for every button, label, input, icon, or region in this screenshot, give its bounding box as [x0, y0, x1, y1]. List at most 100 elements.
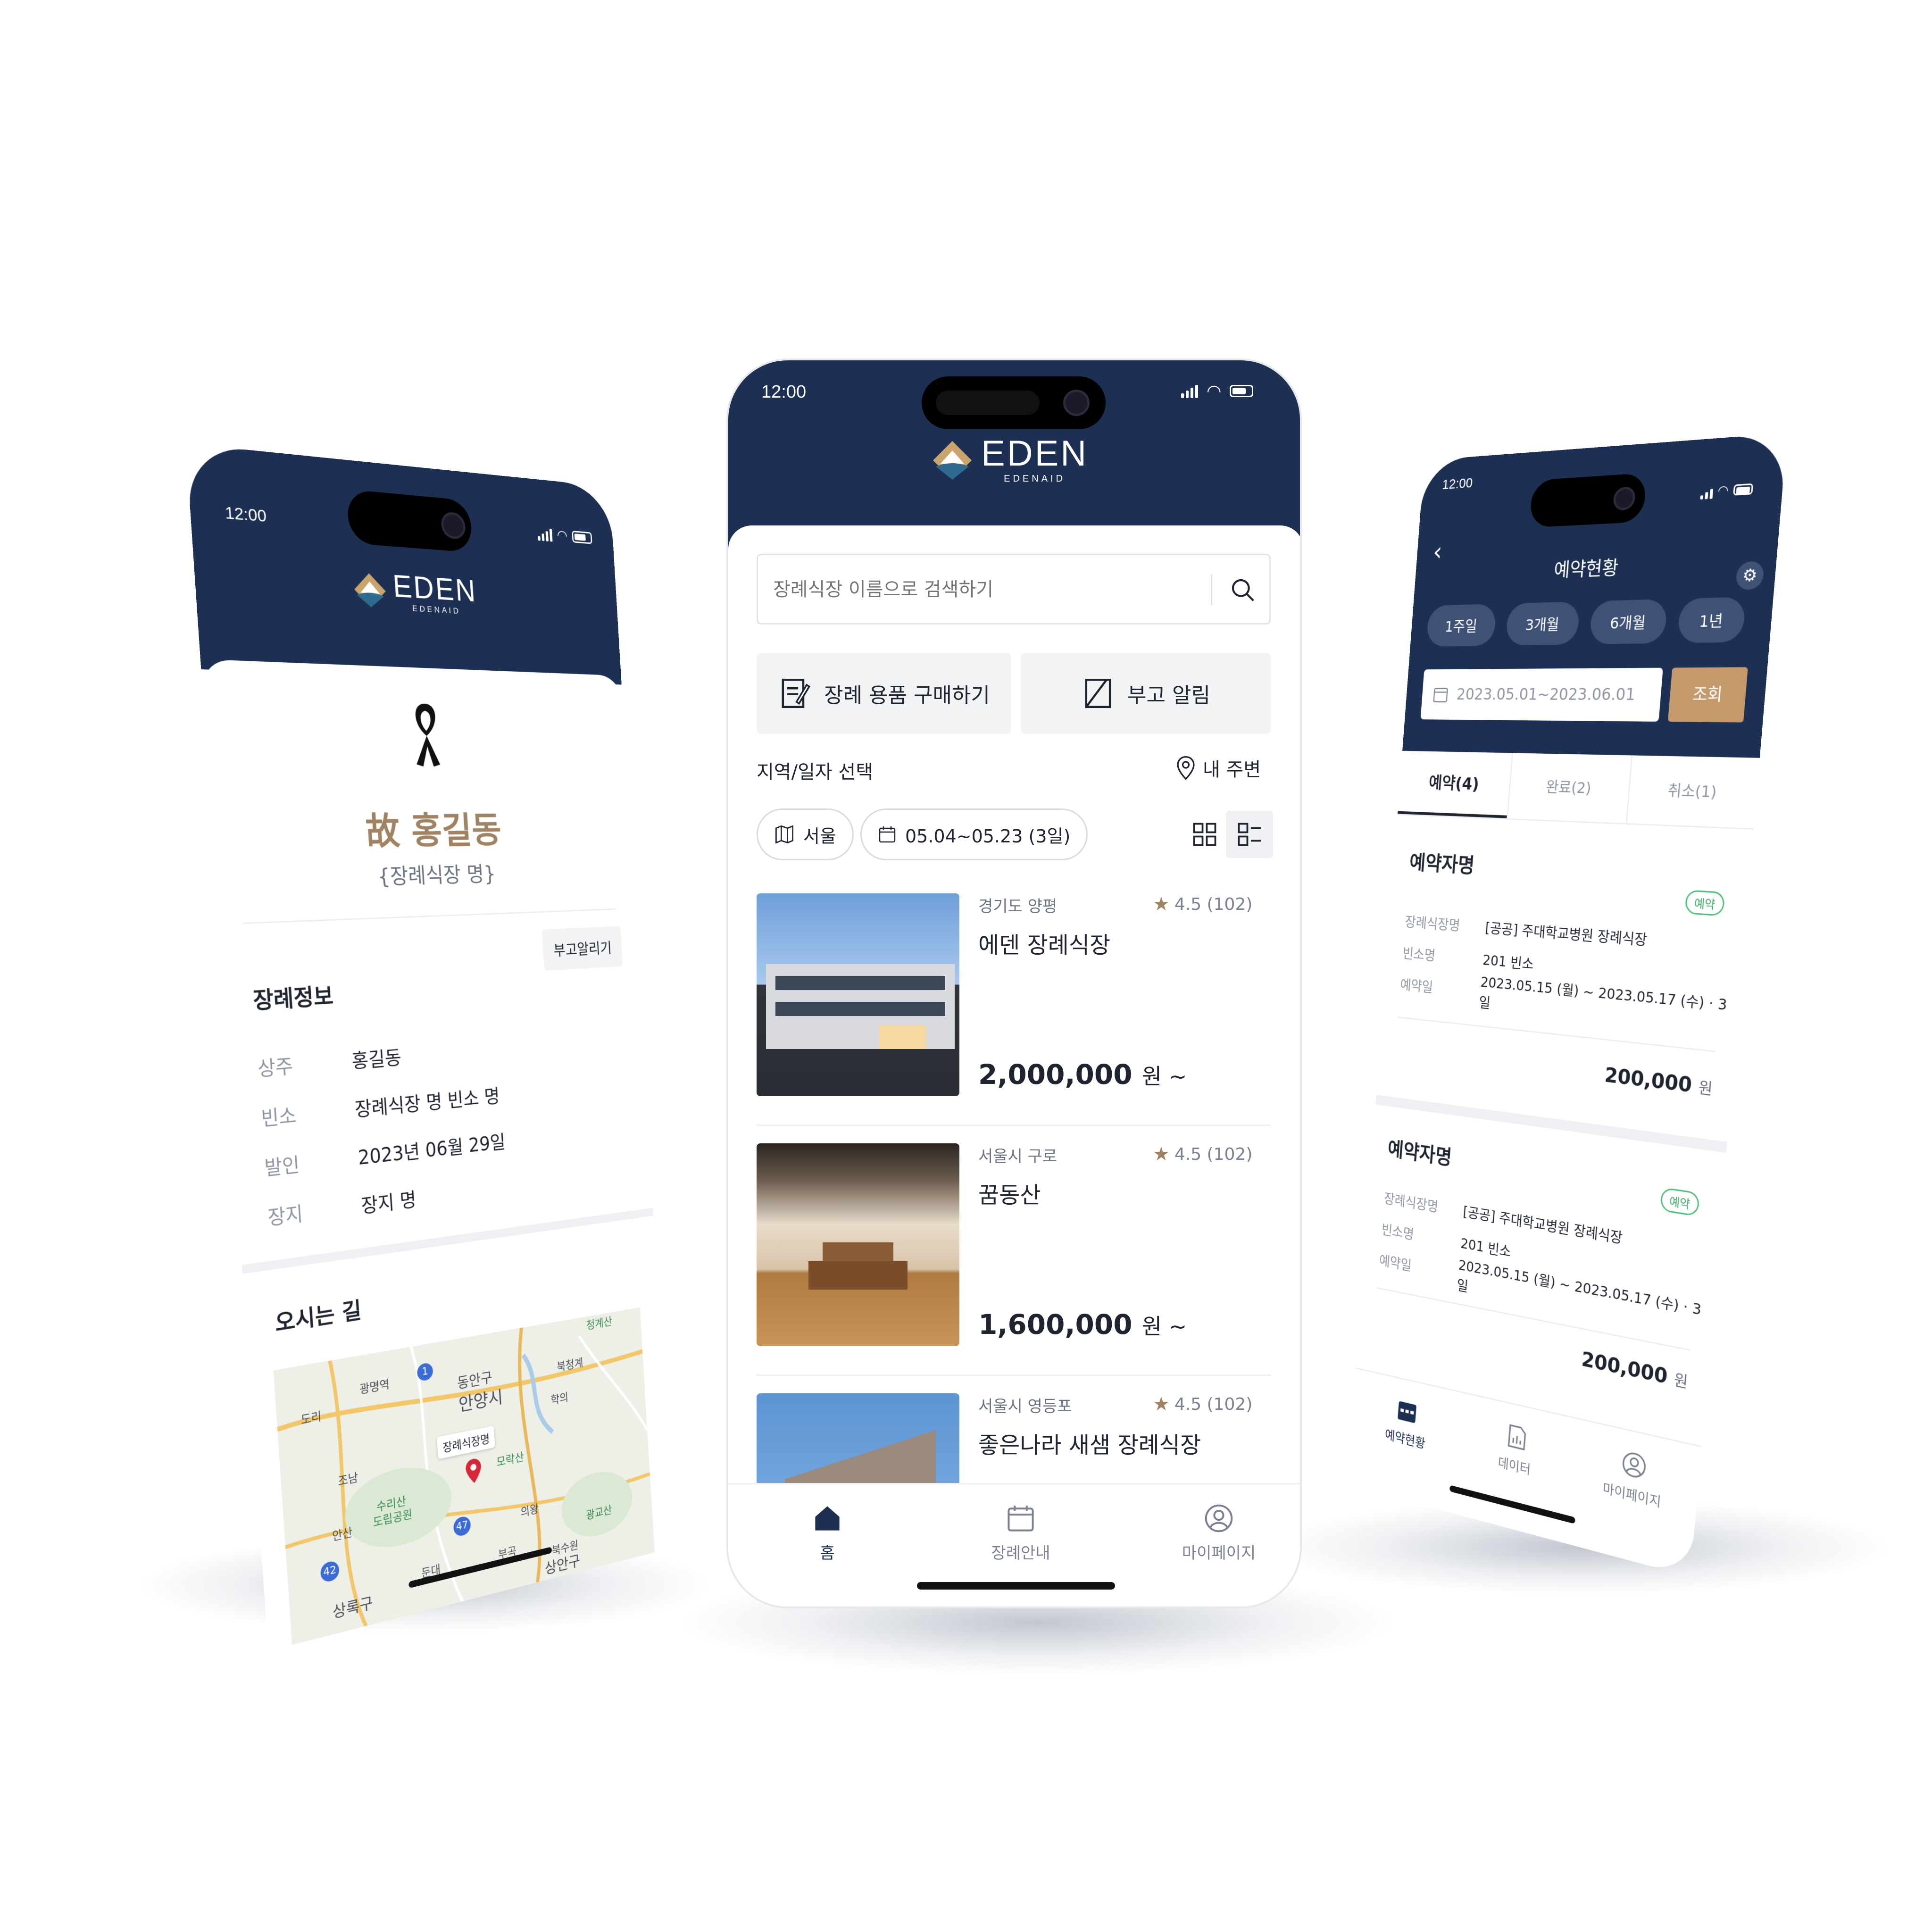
search-icon[interactable]: [1230, 577, 1256, 603]
reservation-badge: 예약: [1660, 1187, 1700, 1217]
battery-icon: [572, 531, 592, 544]
notify-button[interactable]: 부고알리기: [542, 926, 623, 971]
period-chips: 1주일 3개월 6개월 1년: [1426, 597, 1746, 647]
period-chip[interactable]: 1주일: [1426, 604, 1497, 647]
tab-mypage[interactable]: 마이페이지: [1591, 1442, 1677, 1515]
brand-name: EDEN: [981, 436, 1088, 472]
listing-price: 2,000,000 원 ~: [978, 1058, 1187, 1091]
date-chip[interactable]: 05.04~05.23 (3일): [860, 808, 1088, 860]
list-divider: [757, 1124, 1271, 1126]
document-icon: [1504, 1422, 1529, 1453]
listing-region: 서울시 구로: [978, 1143, 1057, 1166]
deceased-name: 故 홍길동: [210, 801, 632, 858]
user-icon: [1620, 1449, 1648, 1482]
wifi-icon: ◠: [557, 527, 568, 544]
right-phone: 12:00 ◠ ‹ 예약현황 1주일 3개월 6개월 1년 ⚙ 2023.05.…: [1347, 433, 1787, 1577]
reservation-amount: 200,000 원: [1581, 1347, 1689, 1393]
center-content: 장례 용품 구매하기 부고 알림 지역/일자 선택 내 주변 서울 05.04~…: [728, 525, 1302, 1608]
home-icon: [812, 1503, 842, 1533]
reservation-badge: 예약: [1684, 890, 1725, 916]
list-view-icon: [1235, 820, 1264, 849]
tab-canceled[interactable]: 취소(1): [1625, 755, 1759, 828]
tab-mypage[interactable]: 마이페이지: [1167, 1503, 1271, 1563]
info-rows: 상주 홍길동 빈소 장례식장 명 빈소 명 발인 2023년 06월 29일 장지 장지…: [256, 1016, 629, 1241]
battery-icon: [1733, 483, 1753, 495]
eden-logo-icon: [351, 570, 388, 609]
left-logo: EDEN EDENAID: [351, 567, 478, 617]
listing-photo: [757, 1393, 959, 1488]
listing-card[interactable]: 서울시 구로 ★ 4.5 (102) 꿈동산 1,600,000 원 ~: [728, 1143, 1302, 1389]
calendar-icon: [1432, 685, 1449, 704]
user-icon: [1204, 1503, 1234, 1533]
right-status-time: 12:00: [1441, 475, 1473, 493]
period-chip[interactable]: 6개월: [1589, 599, 1667, 644]
tab-reservation-status[interactable]: 예약현황: [1374, 1391, 1440, 1455]
listing-price: 1,600,000 원 ~: [978, 1308, 1187, 1341]
date-chip-label: 05.04~05.23 (3일): [905, 822, 1070, 848]
nearby-button[interactable]: 내 주변: [1176, 754, 1261, 782]
reservation-card[interactable]: 예약자명 예약 장례식장명 [공공] 주대학교병원 장례식장 빈소명 201 빈소 …: [1376, 818, 1753, 1142]
map-icon: [774, 824, 795, 845]
center-phone: 12:00 ◠ EDENEDENAID 장례 용품 구매하기 부고 알림 지역/…: [726, 358, 1302, 1608]
signal-icon: [1181, 384, 1198, 398]
center-dynamic-island: [922, 376, 1106, 429]
tab-home[interactable]: 홈: [799, 1503, 856, 1563]
region-chip-label: 서울: [803, 822, 836, 848]
center-status-time: 12:00: [761, 382, 806, 402]
reservation-name: 예약자명: [1387, 1133, 1453, 1171]
obituary-label: 부고 알림: [1127, 678, 1210, 708]
reservation-name: 예약자명: [1408, 846, 1475, 879]
listing-photo: [757, 893, 959, 1096]
star-icon: ★: [1153, 893, 1170, 915]
reservation-amount: 200,000 원: [1604, 1063, 1714, 1100]
listing-card[interactable]: 서울시 영등포 ★ 4.5 (102) 좋은나라 새샘 장례식장: [728, 1393, 1302, 1488]
obituary-button[interactable]: 부고 알림: [1021, 653, 1271, 734]
region-chip[interactable]: 서울: [757, 808, 854, 860]
grid-view-icon[interactable]: [1191, 820, 1219, 849]
tab-funeral-guide[interactable]: 장례안내: [978, 1503, 1063, 1563]
left-phone: 12:00 ◠ EDEN EDENAID 故 홍길동 {장례식장 명} 부고알리기…: [186, 443, 674, 1651]
star-icon: ★: [1153, 1143, 1170, 1165]
brand-name: EDEN: [392, 570, 478, 607]
calendar-icon: [1006, 1503, 1036, 1533]
filter-label: 지역/일자 선택: [757, 757, 873, 784]
shopping-list-icon: [778, 676, 812, 710]
status-tabs: 예약(4) 완료(2) 취소(1): [1398, 751, 1760, 830]
notice-icon: [1081, 676, 1115, 710]
tab-data[interactable]: 데이터: [1480, 1416, 1551, 1483]
map-pin-icon[interactable]: [464, 1456, 483, 1486]
list-view-toggle[interactable]: [1226, 811, 1273, 858]
search-bar[interactable]: [757, 554, 1271, 625]
tab-bar: 홈 장례안내 마이페이지: [728, 1483, 1302, 1608]
tab-completed[interactable]: 완료(2): [1507, 753, 1632, 823]
calendar-icon: [878, 825, 897, 844]
info-title: 장례정보: [252, 978, 334, 1015]
date-range-field[interactable]: 2023.05.01~2023.06.01: [1420, 668, 1663, 722]
period-chip[interactable]: 1년: [1677, 597, 1746, 643]
wifi-icon: ◠: [1717, 483, 1729, 499]
tab-reserved[interactable]: 예약(4): [1398, 751, 1512, 818]
listing-rating: ★ 4.5 (102): [1153, 1393, 1252, 1415]
buy-goods-button[interactable]: 장례 용품 구매하기: [757, 653, 1011, 734]
left-status-time: 12:00: [225, 503, 267, 526]
listing-region: 서울시 영등포: [978, 1393, 1072, 1416]
date-range-value: 2023.05.01~2023.06.01: [1456, 685, 1636, 704]
right-status-icons: ◠: [1700, 481, 1753, 500]
search-button[interactable]: 조회: [1668, 667, 1748, 722]
period-chip[interactable]: 3개월: [1505, 601, 1580, 645]
eden-logo-icon: [931, 439, 974, 482]
listing-region: 경기도 양평: [978, 893, 1057, 916]
mourning-ribbon-icon: [404, 696, 448, 768]
listing-name: 꿈동산: [978, 1176, 1041, 1209]
center-status-icons: ◠: [1181, 381, 1253, 401]
location-pin-icon: [1176, 756, 1195, 780]
buy-goods-label: 장례 용품 구매하기: [824, 678, 990, 708]
listing-card[interactable]: 경기도 양평 ★ 4.5 (102) 에덴 장례식장 2,000,000 원 ~: [728, 893, 1302, 1139]
listing-rating: ★ 4.5 (102): [1153, 893, 1252, 915]
search-input[interactable]: [772, 569, 1189, 610]
signal-icon: [1700, 483, 1714, 499]
calendar-icon: [1395, 1396, 1419, 1426]
divider: [243, 908, 616, 924]
listing-name: 에덴 장례식장: [978, 926, 1110, 959]
nearby-label: 내 주변: [1203, 754, 1261, 782]
